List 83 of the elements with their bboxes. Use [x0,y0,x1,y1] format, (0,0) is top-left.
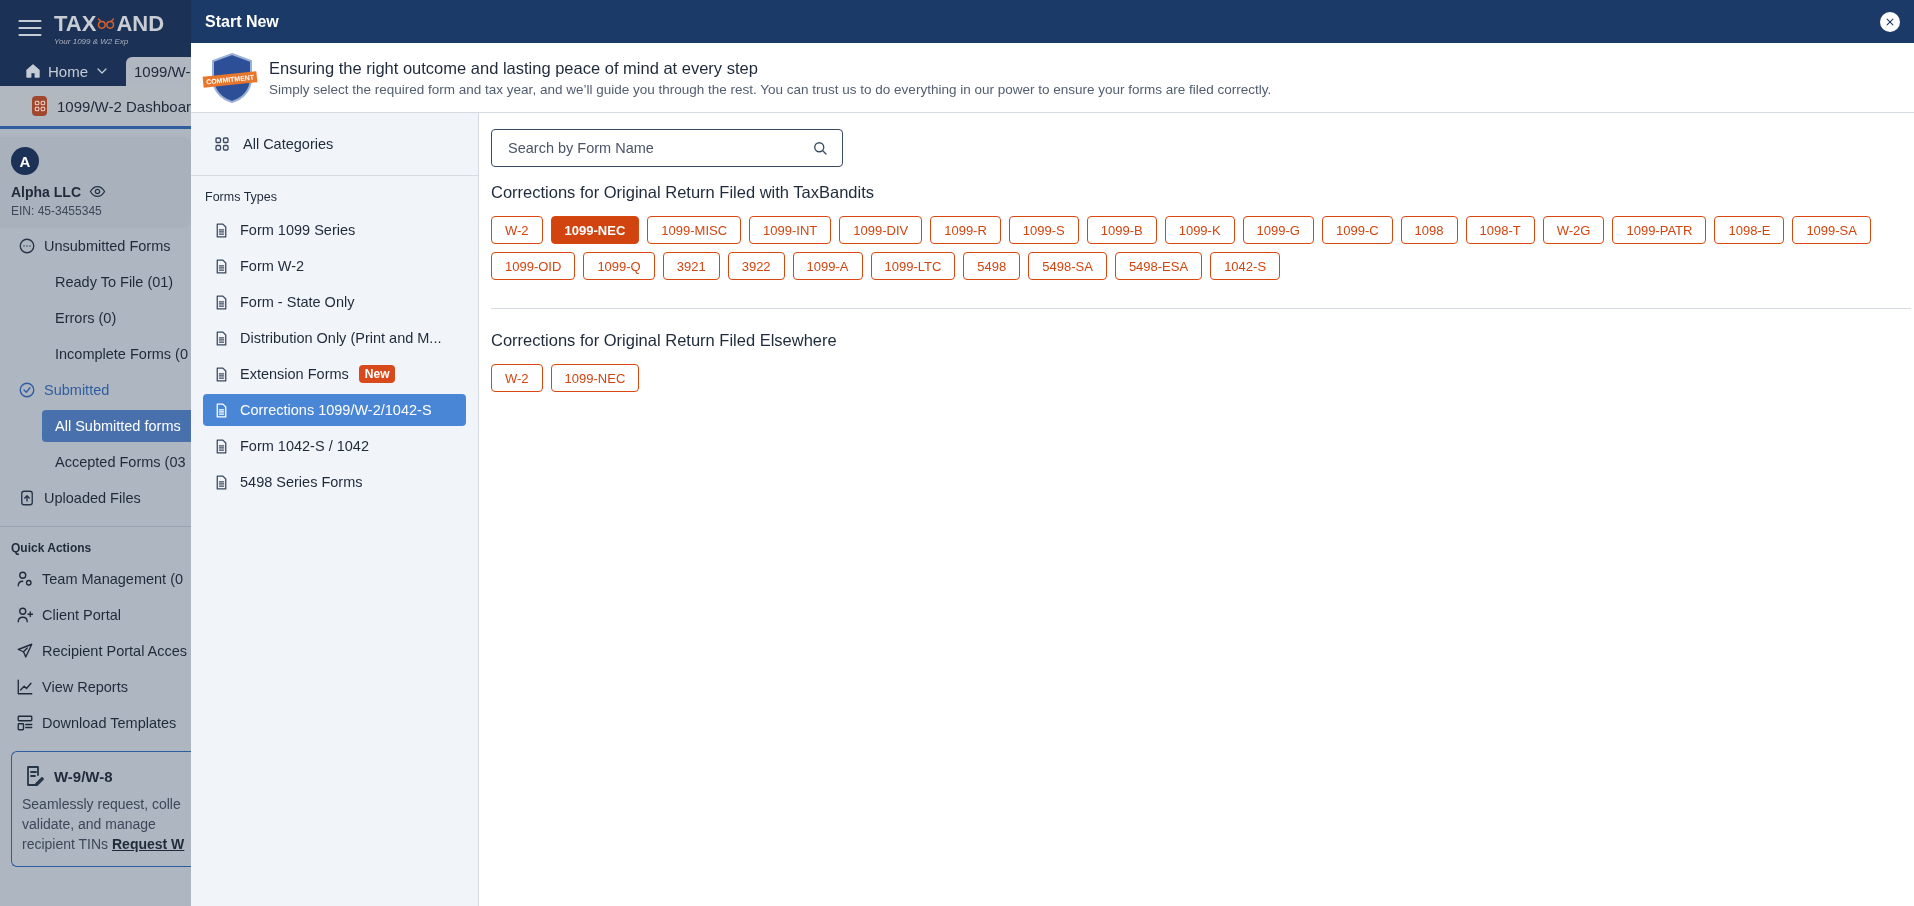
template-icon [16,714,34,732]
quick-action[interactable]: Team Management (0 [0,561,191,597]
form-chip[interactable]: 1099-S [1008,216,1079,244]
modal-title: Start New [205,12,279,31]
form-chip[interactable]: 1098-T [1465,216,1535,244]
grid-icon [213,135,231,153]
user-plus-icon [16,606,34,624]
nav-subitem[interactable]: Errors (0) [42,302,191,334]
form-chip[interactable]: 1099-OID [491,252,576,280]
section-title: Corrections for Original Return Filed Elsewhere [491,331,838,350]
close-button[interactable] [1880,11,1900,32]
form-chip[interactable]: 1099-INT [749,216,832,244]
form-chip[interactable]: 1099-K [1164,216,1235,244]
form-chip[interactable]: W-2 [491,364,543,392]
nav-item[interactable]: Uploaded Files [0,480,191,516]
form-type-item[interactable]: Form W-2 [203,250,466,282]
request-link[interactable]: Request W [112,836,185,852]
nav-tab[interactable]: 1099/W- [126,57,191,86]
nav-tab[interactable]: Home [16,56,118,86]
quick-action[interactable]: View Reports [0,669,191,705]
form-type-item[interactable]: Form - State Only [203,286,466,318]
form-chip[interactable]: 1099-A [792,252,863,280]
trend-chart-icon [16,678,34,696]
banner-text: Simply select the required form and tax year, and we’ll guide you through the rest. You can trust us to do everything in our power to ensure your forms are filed correctly. [269,81,1272,97]
nav-subitem[interactable]: Ready To File (01) [42,266,191,298]
dotted-circle-icon [18,237,36,255]
form-chip[interactable]: 5498-ESA [1114,252,1203,280]
form-type-item[interactable]: Form 1042-S / 1042 [203,430,466,462]
promo-title: W-9/W-8 [54,767,113,785]
form-chip[interactable]: 1099-G [1242,216,1314,244]
form-chip[interactable]: 1099-NEC [550,364,640,392]
form-chip[interactable]: 1099-DIV [839,216,923,244]
check-circle-icon [18,381,36,399]
logo-text: TAX [54,10,97,37]
form-chip[interactable]: 1099-B [1086,216,1157,244]
form-chip[interactable]: 3921 [662,252,720,280]
eye-icon [89,183,106,200]
list-title: Forms Types [204,189,278,206]
form-chip[interactable]: 1099-LTC [870,252,956,280]
form-chip[interactable]: W-2G [1542,216,1605,244]
form-type-item[interactable]: Extension Forms New [203,358,466,390]
form-chip[interactable]: 1099-Q [583,252,655,280]
form-chip[interactable]: 1099-R [930,216,1001,244]
promo-text: Seamlessly request, colle validate, and manage recipient TINs Request W [22,795,186,854]
logo-tagline: Your 1099 & W2 Exp [54,36,130,46]
nav-subitem[interactable]: Incomplete Forms (0 [42,338,191,370]
form-chip[interactable]: 1099-MISC [647,216,742,244]
form-chip[interactable]: 1098-E [1714,216,1785,244]
form-chip[interactable]: 1099-SA [1792,216,1871,244]
new-badge: New [358,365,396,383]
form-chip[interactable]: 5498-SA [1028,252,1107,280]
form-chip[interactable]: 3922 [727,252,785,280]
company-name: Alpha LLC [11,183,81,200]
form-chip[interactable]: 1098 [1400,216,1458,244]
banner-heading: Ensuring the right outcome and lasting peace of mind at every step [269,58,759,78]
form-chip[interactable]: W-2 [491,216,543,244]
quick-action[interactable]: Recipient Portal Acces [0,633,191,669]
section-title: Corrections for Original Return Filed with TaxBandits [491,183,876,202]
upload-file-icon [18,489,36,507]
form-chip[interactable]: 1099-C [1321,216,1393,244]
form-type-item[interactable]: Form 1099 Series [203,214,466,246]
logo-text: AND [116,10,165,37]
section-title: Quick Actions [10,540,93,557]
search-icon [811,139,829,157]
nav-subitem[interactable]: Accepted Forms (03 [42,446,191,478]
form-type-item[interactable]: Distribution Only (Print and M... [203,322,466,354]
form-chip[interactable]: 1042-S [1210,252,1281,280]
form-chip[interactable]: 5498 [963,252,1021,280]
home-icon [24,62,42,80]
all-categories[interactable]: All Categories [191,113,478,176]
quick-action[interactable]: Download Templates [0,705,191,741]
nav-item[interactable]: Unsubmitted Forms [0,228,191,264]
paper-plane-icon [16,642,34,660]
avatar: A [11,147,39,175]
nav-item[interactable]: Submitted [0,372,191,408]
nav-subitem[interactable]: All Submitted forms [42,410,191,442]
company-ein: EIN: 45-3455345 [11,204,103,218]
form-chip[interactable]: 1099-PATR [1612,216,1707,244]
form-type-item[interactable]: Corrections 1099/W-2/1042-S [203,394,466,426]
form-type-item[interactable]: 5498 Series Forms [203,466,466,498]
quick-action[interactable]: Client Portal [0,597,191,633]
search-field[interactable]: Search by Form Name [491,129,843,167]
form-chip[interactable]: 1099-NEC [550,216,640,244]
